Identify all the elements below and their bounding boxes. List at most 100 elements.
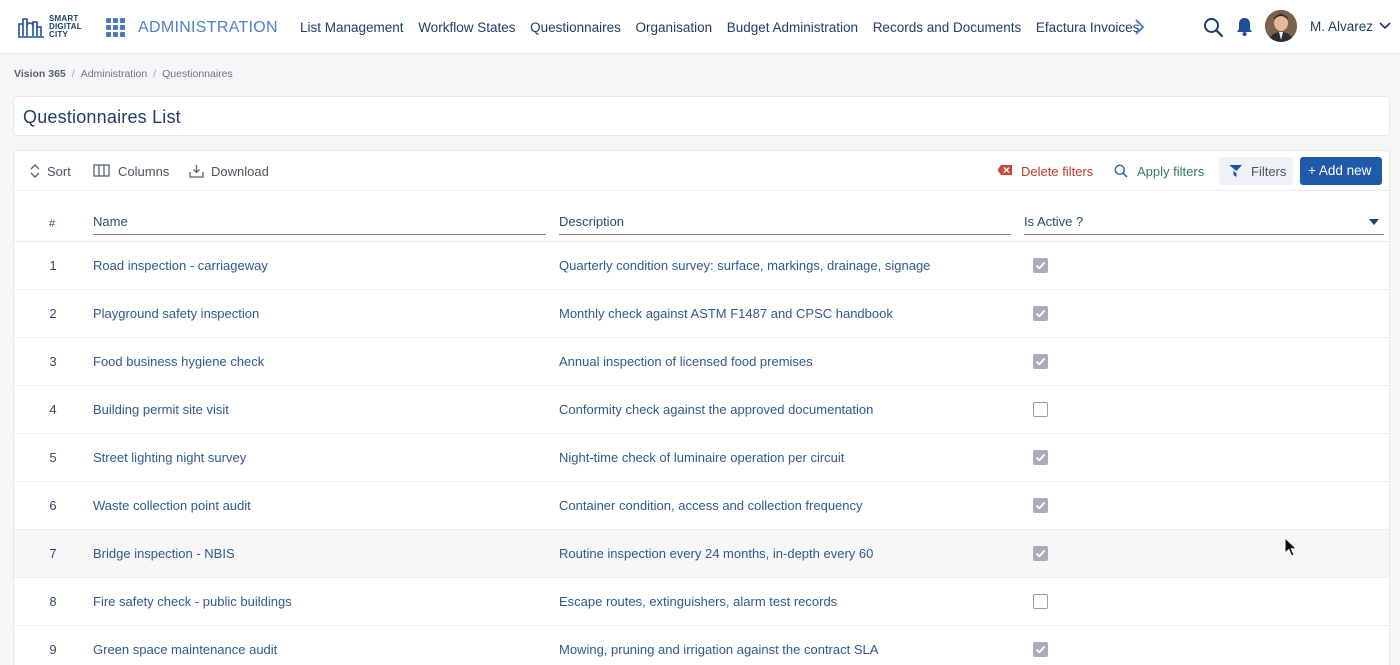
- row-name[interactable]: Street lighting night survey: [93, 450, 246, 465]
- is-active-checkbox[interactable]: [1033, 306, 1048, 321]
- is-active-checkbox[interactable]: [1033, 594, 1048, 609]
- is-active-checkbox[interactable]: [1033, 402, 1048, 417]
- nav-item-records-and-documents[interactable]: Records and Documents: [873, 20, 1022, 35]
- checkmark-icon: [1035, 453, 1046, 462]
- columns-label: Columns: [118, 164, 170, 179]
- table-row[interactable]: 5 Street lighting night survey Night-time …: [14, 434, 1389, 482]
- columns-button[interactable]: Columns: [93, 163, 173, 181]
- add-new-label: + Add new: [1308, 163, 1372, 178]
- nav-item-budget-administration[interactable]: Budget Administration: [727, 20, 858, 35]
- user-photo-icon: [1265, 10, 1297, 42]
- row-description: Annual inspection of licensed food premi…: [559, 354, 813, 369]
- table-row[interactable]: 8 Fire safety check - public buildings Esc…: [14, 578, 1389, 626]
- row-description: Routine inspection every 24 months, in-d…: [559, 546, 874, 561]
- row-name[interactable]: Fire safety check - public buildings: [93, 594, 292, 609]
- user-name[interactable]: M. Alvarez: [1310, 19, 1373, 34]
- is-active-checkbox[interactable]: [1033, 258, 1048, 273]
- delete-filters-icon: [997, 165, 1012, 175]
- column-header-name[interactable]: Name: [93, 214, 128, 229]
- nav-item-questionnaires[interactable]: Questionnaires: [530, 20, 621, 35]
- row-number: 4: [49, 402, 57, 417]
- user-avatar[interactable]: [1265, 10, 1297, 42]
- checkmark-icon: [1035, 261, 1046, 270]
- logo-line-3: CITY: [49, 30, 69, 39]
- smart-digital-city-logo[interactable]: SMART DIGITAL CITY: [18, 12, 88, 42]
- row-description: Night-time check of luminaire operation …: [559, 450, 845, 465]
- filters-label: Filters: [1251, 164, 1287, 179]
- checkmark-icon: [1035, 549, 1046, 558]
- search-icon: [1114, 164, 1128, 178]
- table-row[interactable]: 7 Bridge inspection - NBIS Routine inspect…: [14, 530, 1389, 578]
- row-name[interactable]: Green space maintenance audit: [93, 642, 277, 657]
- is-active-filter-underline[interactable]: [1024, 234, 1384, 235]
- download-icon: [189, 165, 204, 178]
- chevron-right-icon[interactable]: [1132, 17, 1146, 37]
- breadcrumb-separator: /: [71, 68, 75, 80]
- nav-item-efactura-invoices[interactable]: Efactura Invoices: [1036, 20, 1140, 35]
- nav-item-list-management[interactable]: List Management: [300, 20, 404, 35]
- is-active-checkbox[interactable]: [1033, 642, 1048, 657]
- chevron-down-icon[interactable]: [1378, 20, 1392, 32]
- list-toolbar: Sort Columns Download Delete filters App…: [14, 151, 1389, 191]
- sort-button[interactable]: Sort: [30, 163, 90, 181]
- column-header-number: #: [49, 218, 56, 230]
- apply-filters-button[interactable]: Apply filters: [1114, 163, 1209, 181]
- table-row[interactable]: 6 Waste collection point audit Container c…: [14, 482, 1389, 530]
- is-active-checkbox[interactable]: [1033, 498, 1048, 513]
- row-number: 1: [49, 258, 57, 273]
- breadcrumb-separator: /: [153, 68, 157, 80]
- bell-icon[interactable]: [1235, 16, 1254, 37]
- logo-text: SMART DIGITAL CITY: [49, 15, 82, 39]
- row-description: Monthly check against ASTM F1487 and CPS…: [559, 306, 893, 321]
- row-description: Escape routes, extinguishers, alarm test…: [559, 594, 838, 609]
- top-bar: SMART DIGITAL CITY ADMINISTRATION List M…: [0, 0, 1400, 54]
- is-active-checkbox[interactable]: [1033, 450, 1048, 465]
- page-title: Questionnaires List: [23, 107, 181, 127]
- nav-item-organisation[interactable]: Organisation: [636, 20, 713, 35]
- column-header-description[interactable]: Description: [559, 214, 624, 229]
- row-number: 9: [49, 642, 57, 657]
- row-name[interactable]: Waste collection point audit: [93, 498, 251, 513]
- filter-off-icon: [1227, 164, 1243, 178]
- checkmark-icon: [1035, 309, 1046, 318]
- row-name[interactable]: Bridge inspection - NBIS: [93, 546, 235, 561]
- sort-label: Sort: [47, 164, 71, 179]
- checkmark-icon: [1035, 645, 1046, 654]
- row-name[interactable]: Building permit site visit: [93, 402, 229, 417]
- checkmark-icon: [1035, 501, 1046, 510]
- name-filter-underline[interactable]: [93, 234, 546, 235]
- questionnaires-list-card: Sort Columns Download Delete filters App…: [13, 150, 1390, 665]
- breadcrumb-item-administration[interactable]: Administration: [81, 68, 148, 80]
- search-icon[interactable]: [1203, 17, 1224, 38]
- table-row[interactable]: 3 Food business hygiene check Annual inspe…: [14, 338, 1389, 386]
- table-row[interactable]: 1 Road inspection - carriageway Quarterly …: [14, 242, 1389, 290]
- row-name[interactable]: Playground safety inspection: [93, 306, 259, 321]
- row-number: 5: [49, 450, 57, 465]
- table-body: 1 Road inspection - carriageway Quarterly …: [14, 242, 1389, 665]
- caret-down-icon[interactable]: [1369, 219, 1379, 225]
- description-filter-underline[interactable]: [559, 234, 1011, 235]
- column-header-is-active[interactable]: Is Active ?: [1024, 214, 1083, 229]
- table-row[interactable]: 2 Playground safety inspection Monthly che…: [14, 290, 1389, 338]
- delete-filters-button[interactable]: Delete filters: [997, 163, 1097, 181]
- add-new-button[interactable]: + Add new: [1300, 157, 1382, 185]
- download-button[interactable]: Download: [189, 163, 279, 181]
- breadcrumb: Vision 365 / Administration / Questionnaires: [14, 68, 233, 80]
- sort-icon: [30, 164, 40, 178]
- breadcrumb-item-current: Questionnaires: [162, 68, 233, 80]
- nav-item-workflow-states[interactable]: Workflow States: [418, 20, 515, 35]
- breadcrumb-item-home[interactable]: Vision 365: [14, 68, 66, 80]
- table-row[interactable]: 9 Green space maintenance audit Mowing, pr…: [14, 626, 1389, 665]
- module-title[interactable]: ADMINISTRATION: [138, 19, 278, 37]
- row-description: Mowing, pruning and irrigation against t…: [559, 642, 879, 657]
- row-number: 3: [49, 354, 57, 369]
- is-active-checkbox[interactable]: [1033, 546, 1048, 561]
- is-active-checkbox[interactable]: [1033, 354, 1048, 369]
- row-description: Container condition, access and collecti…: [559, 498, 863, 513]
- row-name[interactable]: Food business hygiene check: [93, 354, 264, 369]
- row-name[interactable]: Road inspection - carriageway: [93, 258, 268, 273]
- filters-button[interactable]: Filters: [1219, 157, 1293, 185]
- columns-icon: [93, 164, 110, 177]
- apps-grid-icon[interactable]: [106, 18, 125, 37]
- table-row[interactable]: 4 Building permit site visit Conformity ch…: [14, 386, 1389, 434]
